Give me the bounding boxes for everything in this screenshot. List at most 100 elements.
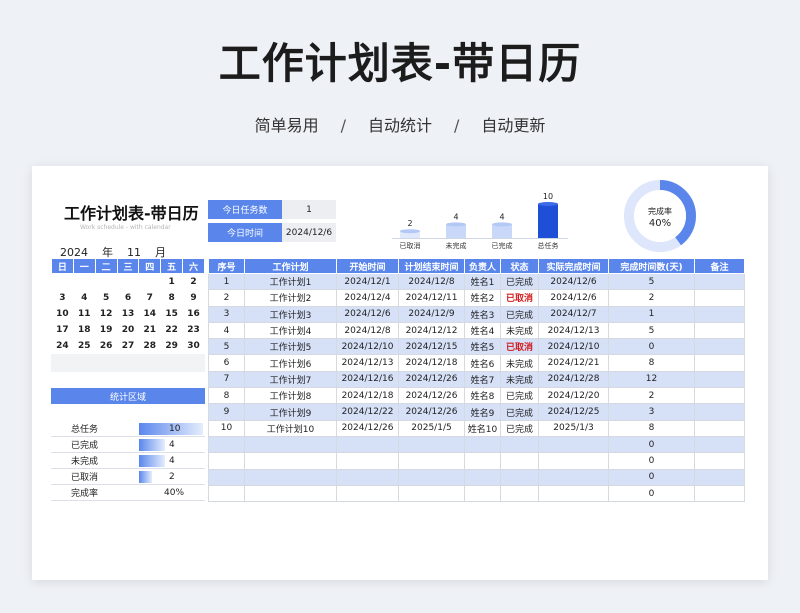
table-cell[interactable]: 2024/12/20	[538, 387, 609, 405]
table-cell[interactable]: 姓名7	[464, 370, 501, 389]
table-cell[interactable]	[464, 452, 501, 470]
table-cell[interactable]: 已完成	[500, 272, 539, 291]
table-cell[interactable]: 姓名6	[464, 354, 501, 372]
table-cell[interactable]: 已完成	[500, 387, 539, 405]
table-cell[interactable]: 2024/12/22	[336, 403, 399, 421]
table-cell[interactable]: 姓名9	[464, 403, 501, 421]
table-cell[interactable]: 2024/12/13	[336, 354, 399, 372]
table-cell[interactable]: 5	[208, 338, 245, 356]
table-cell[interactable]	[336, 435, 399, 454]
calendar-day[interactable]: 27	[117, 338, 139, 354]
table-cell[interactable]: 8	[208, 387, 245, 405]
table-cell[interactable]	[208, 484, 245, 503]
column-header[interactable]: 计划结束时间	[398, 258, 465, 274]
table-cell[interactable]: 未完成	[500, 321, 539, 340]
table-cell[interactable]: 姓名2	[464, 289, 501, 307]
table-cell[interactable]	[244, 468, 337, 486]
table-cell[interactable]	[398, 435, 465, 454]
table-cell[interactable]	[464, 468, 501, 486]
table-cell[interactable]: 2	[208, 289, 245, 307]
table-cell[interactable]: 2024/12/6	[538, 289, 609, 307]
column-header[interactable]: 负责人	[464, 258, 501, 274]
table-cell[interactable]: 未完成	[500, 370, 539, 389]
calendar-day[interactable]: 29	[161, 338, 183, 354]
table-cell[interactable]: 2025/1/3	[538, 419, 609, 437]
table-cell[interactable]	[464, 484, 501, 503]
table-cell[interactable]: 工作计划7	[244, 370, 337, 389]
table-cell[interactable]	[694, 354, 745, 372]
table-cell[interactable]: 0	[608, 435, 695, 454]
bar-2[interactable]: 4 未完成	[446, 212, 467, 250]
table-cell[interactable]: 姓名10	[464, 419, 501, 437]
table-cell[interactable]	[694, 370, 745, 389]
table-cell[interactable]: 2024/12/6	[538, 272, 609, 291]
column-header[interactable]: 开始时间	[336, 258, 399, 274]
table-cell[interactable]: 2024/12/8	[336, 321, 399, 340]
calendar-day[interactable]: 14	[139, 306, 161, 322]
table-cell[interactable]	[538, 468, 609, 486]
column-header[interactable]: 状态	[500, 258, 539, 274]
table-cell[interactable]	[694, 272, 745, 291]
table-cell[interactable]: 姓名3	[464, 305, 501, 323]
table-cell[interactable]: 8	[608, 419, 695, 437]
table-cell[interactable]: 工作计划9	[244, 403, 337, 421]
table-cell[interactable]: 未完成	[500, 354, 539, 372]
table-cell[interactable]: 2024/12/18	[336, 387, 399, 405]
calendar-day[interactable]: 7	[139, 290, 161, 306]
table-cell[interactable]: 5	[608, 321, 695, 340]
table-cell[interactable]: 姓名4	[464, 321, 501, 340]
table-cell[interactable]	[336, 452, 399, 470]
table-cell[interactable]: 2	[608, 289, 695, 307]
calendar-day[interactable]: 20	[117, 322, 139, 338]
table-cell[interactable]: 0	[608, 484, 695, 503]
calendar-day[interactable]: 10	[52, 306, 74, 322]
table-cell[interactable]	[500, 468, 539, 486]
table-cell[interactable]	[694, 452, 745, 470]
calendar-day[interactable]: 12	[95, 306, 117, 322]
table-cell[interactable]: 2024/12/26	[398, 370, 465, 389]
table-cell[interactable]: 0	[608, 338, 695, 356]
table-cell[interactable]	[500, 435, 539, 454]
calendar-day[interactable]: 8	[161, 290, 183, 306]
table-cell[interactable]: 0	[608, 468, 695, 486]
table-cell[interactable]	[336, 484, 399, 503]
table-cell[interactable]	[500, 484, 539, 503]
table-cell[interactable]: 2024/12/28	[538, 370, 609, 389]
stat-databar-cell[interactable]: 10	[139, 422, 205, 436]
stat-rate-cell[interactable]: 40%	[139, 486, 205, 500]
table-cell[interactable]: 工作计划4	[244, 321, 337, 340]
table-cell[interactable]	[398, 484, 465, 503]
calendar-day[interactable]: 18	[73, 322, 95, 338]
table-cell[interactable]	[694, 435, 745, 454]
table-cell[interactable]: 2024/12/26	[336, 419, 399, 437]
table-cell[interactable]: 6	[208, 354, 245, 372]
table-cell[interactable]: 2024/12/21	[538, 354, 609, 372]
bar-4[interactable]: 10 总任务	[538, 192, 559, 250]
column-header[interactable]: 实际完成时间	[538, 258, 609, 274]
today-task-count-value[interactable]: 1	[282, 200, 336, 219]
table-cell[interactable]	[208, 435, 245, 454]
table-cell[interactable]: 1	[208, 272, 245, 291]
calendar-day[interactable]: 11	[73, 306, 95, 322]
table-cell[interactable]: 2024/12/26	[398, 387, 465, 405]
stat-databar-cell[interactable]: 4	[139, 438, 205, 452]
table-cell[interactable]: 4	[208, 321, 245, 340]
table-cell[interactable]	[694, 338, 745, 356]
table-cell[interactable]: 3	[208, 305, 245, 323]
column-header[interactable]: 完成时间数(天)	[608, 258, 695, 274]
table-cell[interactable]: 2024/12/12	[398, 321, 465, 340]
table-cell[interactable]: 5	[608, 272, 695, 291]
table-cell[interactable]: 工作计划6	[244, 354, 337, 372]
table-cell[interactable]: 2024/12/18	[398, 354, 465, 372]
table-cell[interactable]: 0	[608, 452, 695, 470]
table-cell[interactable]: 2024/12/9	[398, 305, 465, 323]
table-cell[interactable]	[244, 435, 337, 454]
table-cell[interactable]: 2024/12/10	[538, 338, 609, 356]
calendar-day[interactable]: 24	[52, 338, 74, 354]
stat-databar-cell[interactable]: 4	[139, 454, 205, 468]
table-cell[interactable]	[694, 321, 745, 340]
calendar-day[interactable]: 23	[183, 322, 205, 338]
table-cell[interactable]: 7	[208, 370, 245, 389]
table-cell[interactable]: 工作计划10	[244, 419, 337, 437]
today-date-value[interactable]: 2024/12/6	[282, 223, 336, 242]
